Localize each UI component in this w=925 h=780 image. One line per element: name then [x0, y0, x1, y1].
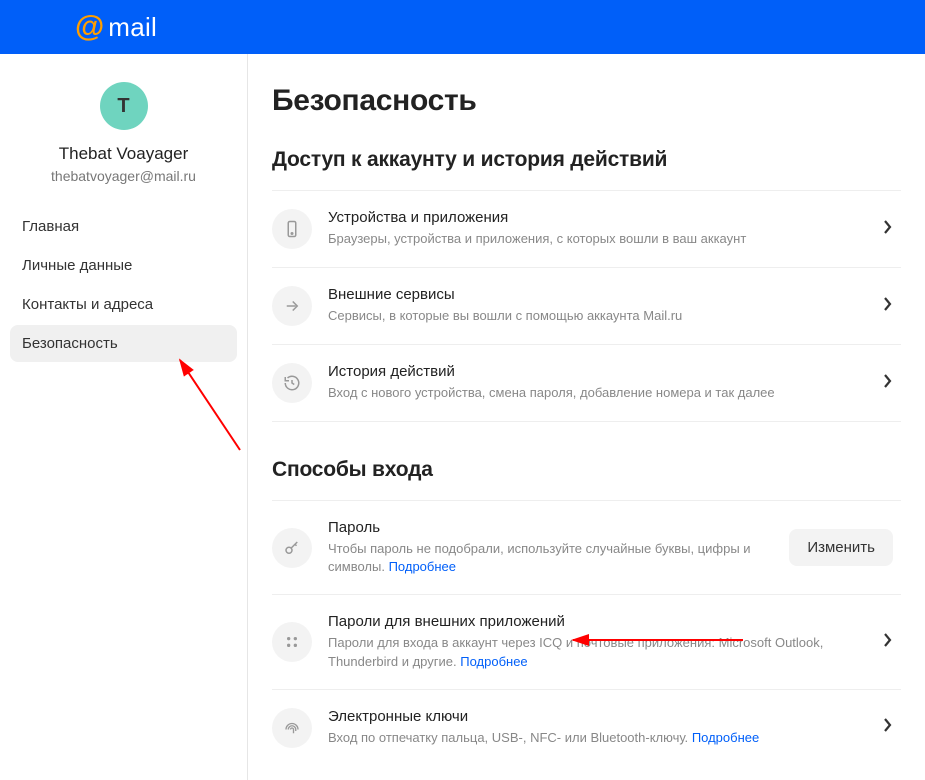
history-icon	[272, 363, 312, 403]
user-email: thebatvoyager@mail.ru	[0, 168, 247, 184]
page-title: Безопасность	[272, 84, 901, 118]
section-title-access: Доступ к аккаунту и история действий	[272, 148, 901, 172]
chevron-right-icon	[883, 374, 893, 393]
card-external-services[interactable]: Внешние сервисы Сервисы, в которые вы во…	[272, 268, 901, 345]
brand-logo[interactable]: @ mail	[75, 12, 157, 43]
chevron-right-icon	[883, 220, 893, 239]
phone-icon	[272, 209, 312, 249]
sidebar-item-label: Безопасность	[22, 335, 118, 352]
chevron-right-icon	[883, 297, 893, 316]
card-desc: Вход с нового устройства, смена пароля, …	[328, 384, 867, 402]
fingerprint-icon	[272, 708, 312, 748]
card-desc: Сервисы, в которые вы вошли с помощью ак…	[328, 307, 867, 325]
card-desc: Пароли для входа в аккаунт через ICQ и п…	[328, 634, 867, 670]
arrow-right-icon	[272, 286, 312, 326]
section-title-login: Способы входа	[272, 458, 901, 482]
card-app-passwords[interactable]: Пароли для внешних приложений Пароли для…	[272, 595, 901, 689]
more-link[interactable]: Подробнее	[460, 654, 527, 669]
sidebar-item-home[interactable]: Главная	[10, 208, 237, 245]
more-link[interactable]: Подробнее	[692, 730, 759, 745]
card-title: История действий	[328, 363, 867, 380]
card-title: Пароли для внешних приложений	[328, 613, 867, 630]
user-name: Thebat Voayager	[0, 144, 247, 164]
card-title: Внешние сервисы	[328, 286, 867, 303]
at-sign-icon: @	[75, 12, 104, 42]
chevron-right-icon	[883, 633, 893, 652]
card-desc: Браузеры, устройства и приложения, с кот…	[328, 230, 867, 248]
sidebar-item-personal[interactable]: Личные данные	[10, 247, 237, 284]
sidebar-item-security[interactable]: Безопасность	[10, 325, 237, 362]
key-icon	[272, 528, 312, 568]
card-desc: Чтобы пароль не подобрали, используйте с…	[328, 540, 773, 576]
sidebar-item-label: Главная	[22, 218, 79, 235]
grid-icon	[272, 622, 312, 662]
card-history[interactable]: История действий Вход с нового устройств…	[272, 345, 901, 422]
card-devices-apps[interactable]: Устройства и приложения Браузеры, устрой…	[272, 190, 901, 268]
card-title: Устройства и приложения	[328, 209, 867, 226]
card-title: Пароль	[328, 519, 773, 536]
main-content: Безопасность Доступ к аккаунту и история…	[248, 54, 925, 780]
sidebar-item-label: Контакты и адреса	[22, 296, 153, 313]
more-link[interactable]: Подробнее	[389, 559, 456, 574]
brand-name: mail	[108, 12, 157, 43]
change-password-button[interactable]: Изменить	[789, 529, 893, 566]
card-password[interactable]: Пароль Чтобы пароль не подобрали, исполь…	[272, 500, 901, 595]
card-title: Электронные ключи	[328, 708, 867, 725]
chevron-right-icon	[883, 718, 893, 737]
sidebar: T Thebat Voayager thebatvoyager@mail.ru …	[0, 54, 248, 780]
card-desc: Вход по отпечатку пальца, USB-, NFC- или…	[328, 729, 867, 747]
top-bar: @ mail	[0, 0, 925, 54]
card-security-keys[interactable]: Электронные ключи Вход по отпечатку паль…	[272, 690, 901, 766]
sidebar-item-contacts[interactable]: Контакты и адреса	[10, 286, 237, 323]
avatar[interactable]: T	[100, 82, 148, 130]
sidebar-item-label: Личные данные	[22, 257, 132, 274]
